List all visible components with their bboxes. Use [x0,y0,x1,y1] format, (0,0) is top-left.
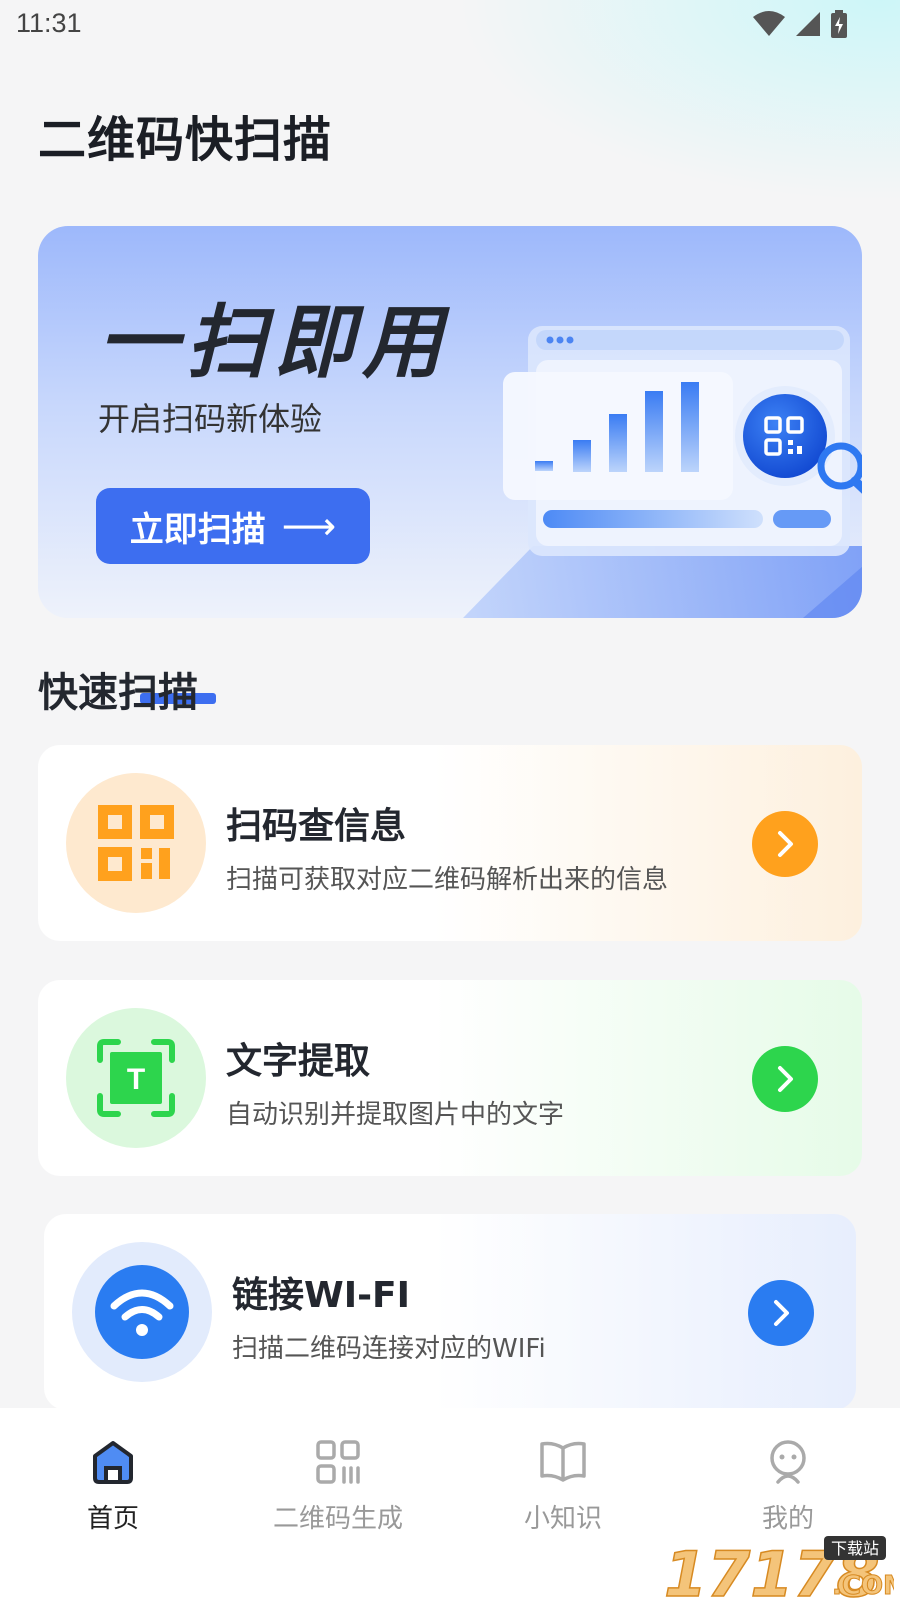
banner-subtitle: 开启扫码新体验 [98,400,323,438]
card-icon-background [66,773,206,913]
wifi-icon [95,1265,189,1359]
profile-icon [770,1440,806,1484]
card-description: 扫描二维码连接对应的WIFi [232,1334,546,1364]
chevron-right-icon [778,1066,793,1092]
card-go-button[interactable] [752,1046,818,1112]
battery-icon [831,10,847,38]
svg-text:.COM: .COM [832,1571,894,1600]
card-title: 文字提取 [226,1041,371,1082]
svg-text:下载站: 下载站 [831,1539,879,1558]
card-description: 扫描可获取对应二维码解析出来的信息 [226,865,669,895]
app-title: 二维码快扫描 [38,112,333,168]
banner-heading: 一扫即用 [98,296,450,389]
nav-label: 二维码生成 [272,1504,403,1534]
qr-generate-icon [316,1440,360,1484]
nav-item-home[interactable]: 首页 [23,1438,203,1535]
card-icon-background [72,1242,212,1382]
hero-banner: 一扫即用 开启扫码新体验 立即扫描 ⟶ [38,226,862,618]
card-title: 扫码查信息 [226,806,407,847]
card-title: 链接WI-FI [232,1275,411,1316]
card-icon-background: T [66,1008,206,1148]
nav-label: 小知识 [523,1504,602,1534]
card-description: 自动识别并提取图片中的文字 [226,1100,565,1130]
scan-now-button[interactable]: 立即扫描 ⟶ [96,488,370,564]
wifi-signal-icon [753,11,785,36]
arrow-right-icon: ⟶ [281,504,337,548]
nav-item-knowledge[interactable]: 小知识 [473,1438,653,1535]
home-icon [93,1441,133,1484]
book-icon [540,1441,586,1482]
card-go-button[interactable] [752,811,818,877]
cell-signal-icon [796,12,820,36]
scan-illustration [463,326,862,618]
chevron-right-icon [778,831,793,857]
nav-item-qr-generate[interactable]: 二维码生成 [248,1438,428,1535]
feature-card-text-extract[interactable]: T 文字提取 自动识别并提取图片中的文字 [38,980,862,1176]
section-title: 快速扫描 [38,670,198,716]
feature-card-wifi[interactable]: 链接WI-FI 扫描二维码连接对应的WIFi [44,1214,856,1410]
site-watermark-logo: 17178 下载站 .COM [664,1536,894,1600]
qr-code-icon [98,805,174,881]
text-scan-icon: T [97,1039,175,1117]
nav-label: 首页 [86,1504,139,1534]
feature-card-scan-info[interactable]: 扫码查信息 扫描可获取对应二维码解析出来的信息 [38,745,862,941]
svg-text:T: T [127,1063,145,1096]
status-icons [752,10,848,38]
chevron-right-icon [774,1300,789,1326]
nav-item-mine[interactable]: 我的 [698,1438,878,1535]
card-go-button[interactable] [748,1280,814,1346]
status-time: 11:31 [16,8,82,38]
status-bar: 11:31 [0,0,900,50]
scan-now-label: 立即扫描 [129,509,266,550]
